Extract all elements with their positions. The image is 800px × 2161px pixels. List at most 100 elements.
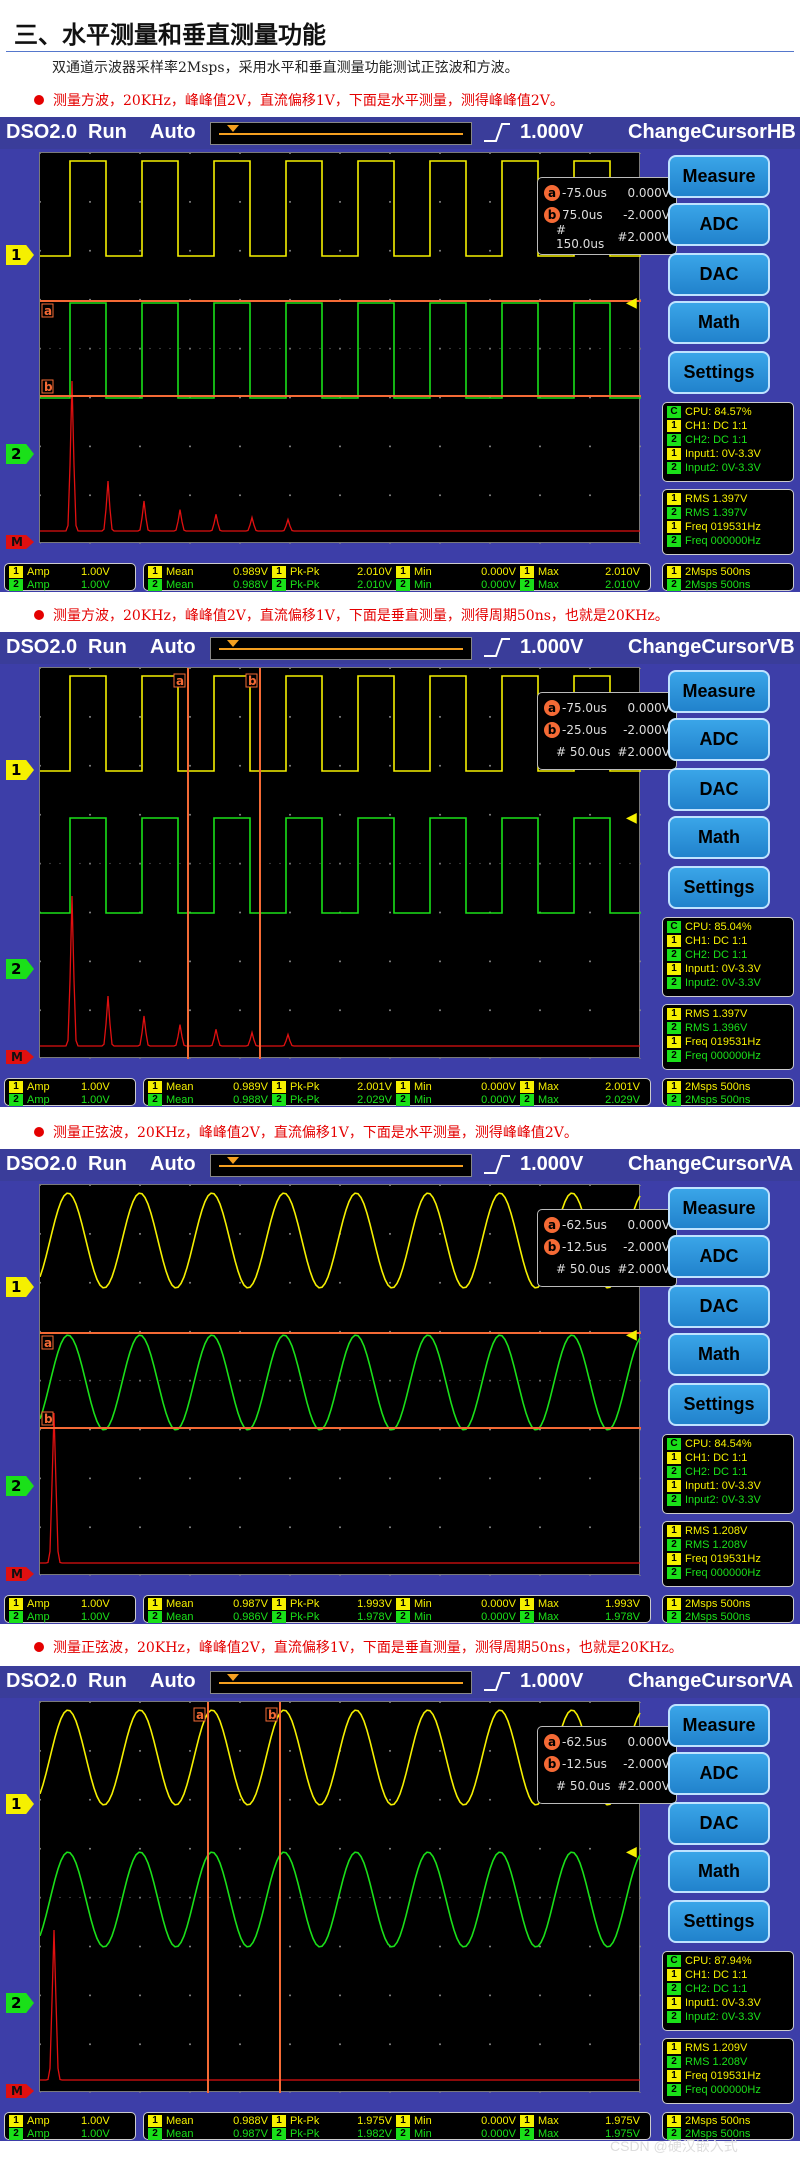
measure-rms1: RMS 1.397V [685,1008,748,1020]
channel-tag: 2 [396,578,410,591]
pkpk-label: Pk-Pk [290,578,320,591]
math-button[interactable]: Math [668,301,770,344]
cursor-b-marker-icon: b [544,1756,560,1772]
max-value: 1.975V [605,2114,640,2127]
rising-edge-icon[interactable] [482,636,512,664]
math-marker[interactable]: M [6,535,34,549]
min-label: Min [414,2127,432,2140]
trigger-position-slider[interactable] [210,637,472,660]
adc-button[interactable]: ADC [668,203,770,246]
channel-tag: 1 [667,935,681,947]
waveform-screen[interactable]: a b a -62.5us 0.000V b -12.5us -2.000V # 50.0us #… [39,1701,677,2093]
measure-rms2: RMS 1.208V [685,2056,748,2068]
math-button[interactable]: Math [668,1333,770,1376]
left-arrow-icon: ◀ [626,294,637,310]
amplitude-box[interactable]: 1 Amp 1.00V 2 Amp 1.00V [4,1595,136,1623]
bullet-dot-icon [34,610,44,620]
ch2-level-marker[interactable]: 2 [6,444,34,464]
settings-button[interactable]: Settings [668,1900,770,1943]
settings-button[interactable]: Settings [668,351,770,394]
waveform-screen[interactable]: a b a -75.0us 0.000V b -25.0us -2.000V # 50.0us #… [39,667,677,1059]
ch1-level-marker[interactable]: 1 [6,1794,34,1814]
max-value: 2.010V [605,578,640,591]
trigger-position-icon[interactable] [227,125,239,132]
cursor-mode-button[interactable]: ChangeCursorVB [628,636,795,659]
channel-tag: 1 [667,420,681,432]
cursor-a-marker-icon: a [544,1734,560,1750]
mean-value: 0.989V [233,565,268,578]
channel-tag: 1 [396,565,410,578]
cursor-mode-button[interactable]: ChangeCursorVA [628,1153,793,1176]
adc-button[interactable]: ADC [668,1235,770,1278]
adc-button[interactable]: ADC [668,1752,770,1795]
measure-freq1: Freq 019531Hz [685,2070,761,2082]
math-button[interactable]: Math [668,1850,770,1893]
trigger-mode-button[interactable]: Auto [150,1670,196,1693]
adc-button[interactable]: ADC [668,718,770,761]
mean-value: 0.988V [233,1093,268,1106]
sample-rate-box[interactable]: 1 2Msps 500ns 2 2Msps 500ns [662,1595,794,1623]
run-state-button[interactable]: Run [88,1153,127,1176]
ch1-level-marker[interactable]: 1 [6,245,34,265]
trigger-mode-button[interactable]: Auto [150,121,196,144]
ch1-level-marker[interactable]: 1 [6,1277,34,1297]
measure-button[interactable]: Measure [668,670,770,713]
amplitude-box[interactable]: 1 Amp 1.00V 2 Amp 1.00V [4,563,136,591]
trigger-position-icon[interactable] [227,1157,239,1164]
trigger-mode-button[interactable]: Auto [150,1153,196,1176]
rising-edge-icon[interactable] [482,1670,512,1698]
measure-button[interactable]: Measure [668,155,770,198]
cursor-b-marker-icon: b [544,722,560,738]
run-state-button[interactable]: Run [88,1670,127,1693]
ch2-level-marker[interactable]: 2 [6,1476,34,1496]
measure-button[interactable]: Measure [668,1187,770,1230]
dac-button[interactable]: DAC [668,1285,770,1328]
run-state-button[interactable]: Run [88,636,127,659]
rising-edge-icon[interactable] [482,121,512,149]
trigger-position-icon[interactable] [227,640,239,647]
cursor-time: -62.5us [562,1735,607,1749]
math-marker[interactable]: M [6,1567,34,1581]
cursor-mode-button[interactable]: ChangeCursorHB [628,121,796,144]
math-marker[interactable]: M [6,1050,34,1064]
dac-button[interactable]: DAC [668,253,770,296]
dac-button[interactable]: DAC [668,1802,770,1845]
status-cpu: CPU: 85.04% [685,921,752,933]
ch2-level-marker[interactable]: 2 [6,1993,34,2013]
waveform-screen[interactable]: a b a -62.5us 0.000V b -12.5us -2.000V # 50.0us #… [39,1184,677,1576]
trigger-mode-button[interactable]: Auto [150,636,196,659]
amplitude-box[interactable]: 1 Amp 1.00V 2 Amp 1.00V [4,1078,136,1106]
measure-button[interactable]: Measure [668,1704,770,1747]
run-state-button[interactable]: Run [88,121,127,144]
cursor-time: -12.5us [562,1240,607,1254]
mean-label: Mean [166,1080,194,1093]
ch2-level-marker[interactable]: 2 [6,959,34,979]
rising-edge-icon[interactable] [482,1153,512,1181]
trigger-position-slider[interactable] [210,1154,472,1177]
sample-rate-box[interactable]: 1 2Msps 500ns 2 2Msps 500ns [662,563,794,591]
sample-rate: 2Msps 500ns [685,578,751,591]
trigger-position-slider[interactable] [210,1671,472,1694]
sample-rate-box[interactable]: 1 2Msps 500ns 2 2Msps 500ns [662,1078,794,1106]
math-marker[interactable]: M [6,2084,34,2098]
ch1-level-marker[interactable]: 1 [6,760,34,780]
cursor-mode-button[interactable]: ChangeCursorVA [628,1670,793,1693]
cursor-b-label: b [41,379,54,394]
dac-button[interactable]: DAC [668,768,770,811]
status-input1: Input1: 0V-3.3V [685,963,761,975]
pkpk-label: Pk-Pk [290,2114,320,2127]
svg-text:a: a [44,304,52,318]
trigger-position-slider[interactable] [210,122,472,145]
math-button[interactable]: Math [668,816,770,859]
cursor-time: # 50.0us [556,1779,611,1793]
waveform-screen[interactable]: a b a -75.0us 0.000V b 75.0us -2.000V # 150.0us #… [39,152,677,544]
settings-button[interactable]: Settings [668,1383,770,1426]
channel-tag: 1 [667,1080,681,1093]
amplitude-box[interactable]: 1 Amp 1.00V 2 Amp 1.00V [4,2112,136,2140]
amp-value: 1.00V [81,578,110,591]
trigger-position-icon[interactable] [227,1674,239,1681]
settings-button[interactable]: Settings [668,866,770,909]
channel-tag: 2 [9,1610,23,1623]
ch2-trace [40,817,641,914]
amp-label: Amp [27,578,50,591]
